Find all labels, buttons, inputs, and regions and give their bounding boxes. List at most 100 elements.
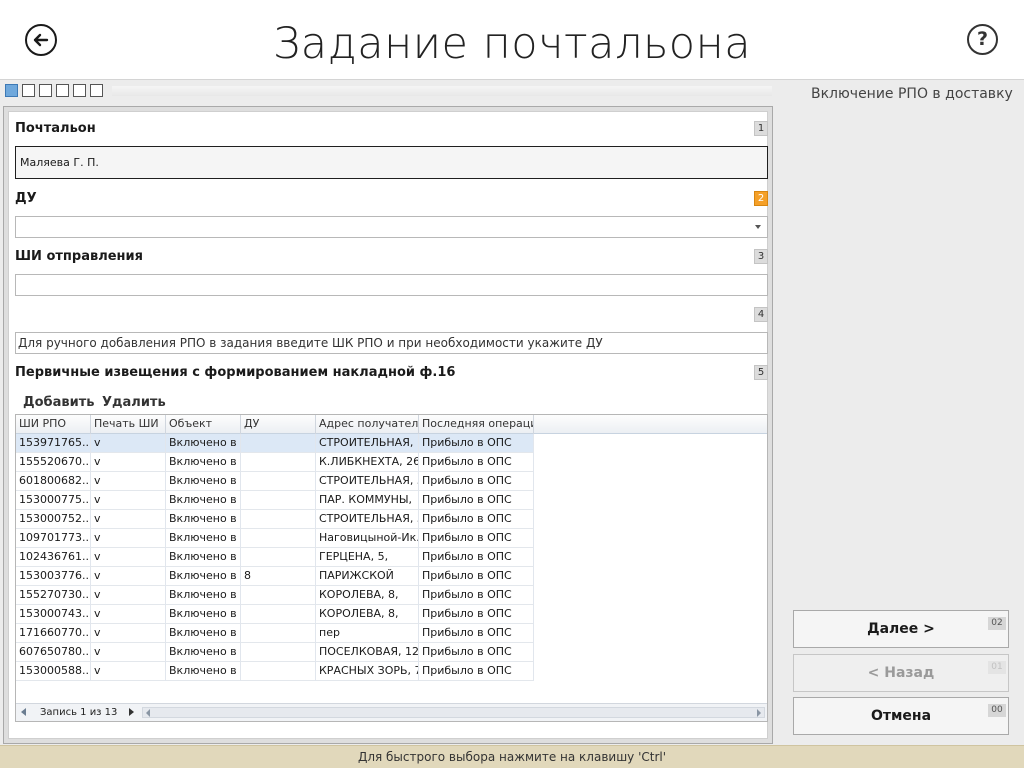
table-cell: Прибыло в ОПС [419,624,534,643]
table-row[interactable]: 171660770... v Включено в пер Прибыло в … [16,624,534,643]
shortcut-key-badge: 02 [988,617,1006,630]
barcode-input[interactable] [15,274,768,296]
table-cell [241,453,316,472]
field-number-badge: 3 [754,249,768,264]
table-cell: v [91,662,166,681]
table-cell [241,548,316,567]
field-number-badge: 1 [754,121,768,136]
table-cell: v [91,510,166,529]
table-cell: КОРОЛЕВА, 8, [316,605,419,624]
table-cell: v [91,529,166,548]
help-button[interactable]: ? [967,24,998,55]
next-record-icon[interactable] [129,708,134,716]
table-cell: v [91,491,166,510]
column-header[interactable]: ШИ РПО [16,415,91,434]
table-cell [241,491,316,510]
wizard-step-2[interactable] [22,84,35,97]
hint-text-box: Для ручного добавления РПО в задания вве… [15,332,768,354]
table-cell: КРАСНЫХ ЗОРЬ, 7, [316,662,419,681]
add-button[interactable]: Добавить [23,395,94,411]
table-cell: Включено в [166,472,241,491]
table-row[interactable]: 153000743... v Включено в КОРОЛЕВА, 8, П… [16,605,534,624]
barcode-label: ШИ отправления [15,249,143,264]
header-bar: Задание почтальона ? [0,0,1024,80]
du-select[interactable] [15,216,768,238]
table-cell: пер [316,624,419,643]
table-cell: Наговицыной-Ик... [316,529,419,548]
table-cell: ПОСЕЛКОВАЯ, 12 [316,643,419,662]
table-cell: 155520670... [16,453,91,472]
wizard-step-3[interactable] [39,84,52,97]
wizard-step-4[interactable] [56,84,69,97]
column-header[interactable]: Последняя операция [419,415,534,434]
table-cell: 153000752... [16,510,91,529]
dropdown-arrow-icon[interactable] [755,225,761,229]
next-button[interactable]: Далее > 02 [793,610,1009,648]
previous-record-icon[interactable] [21,708,26,716]
table-cell: 153000775... [16,491,91,510]
table-row[interactable]: 155520670... v Включено в К.ЛИБКНЕХТА, 2… [16,453,534,472]
table-row[interactable]: 153000588... v Включено в КРАСНЫХ ЗОРЬ, … [16,662,534,681]
table-cell: СТРОИТЕЛЬНАЯ, 5, [316,510,419,529]
table-cell: Прибыло в ОПС [419,529,534,548]
horizontal-scrollbar[interactable] [142,707,765,718]
table-cell: Прибыло в ОПС [419,510,534,529]
table-row[interactable]: 102436761... v Включено в ГЕРЦЕНА, 5, Пр… [16,548,534,567]
scroll-left-icon[interactable] [146,709,150,717]
table-row[interactable]: 153000752... v Включено в СТРОИТЕЛЬНАЯ, … [16,510,534,529]
table-cell: v [91,624,166,643]
table-cell: v [91,605,166,624]
table-cell: Включено в [166,605,241,624]
table-cell: 153971765... [16,434,91,453]
column-header[interactable]: ДУ [241,415,316,434]
delete-button[interactable]: Удалить [102,395,166,411]
field-number-badge: 5 [754,365,768,380]
grid-navigator: Запись 1 из 13 [16,703,767,721]
table-cell: К.ЛИБКНЕХТА, 26, [316,453,419,472]
table-cell: Включено в [166,548,241,567]
table-cell: СТРОИТЕЛЬНАЯ, [316,434,419,453]
scroll-right-icon[interactable] [757,709,761,717]
section-caption: Включение РПО в доставку [811,86,1013,102]
status-bar: Для быстрого выбора нажмите на клавишу '… [0,745,1024,768]
wizard-step-5[interactable] [73,84,86,97]
table-cell [241,662,316,681]
grid-header: ШИ РПО Печать ШИ Объект ДУ Адрес получат… [16,415,767,434]
table-row[interactable]: 601800682... v Включено в СТРОИТЕЛЬНАЯ, … [16,472,534,491]
table-row[interactable]: 607650780... v Включено в ПОСЕЛКОВАЯ, 12… [16,643,534,662]
table-row[interactable]: 109701773... v Включено в Наговицыной-Ик… [16,529,534,548]
column-header[interactable]: Адрес получателя [316,415,419,434]
table-cell: Включено в [166,529,241,548]
postman-field[interactable]: Маляева Г. П. [15,146,768,179]
cancel-button[interactable]: Отмена 00 [793,697,1009,735]
table-cell: Включено в [166,567,241,586]
du-label: ДУ [15,191,37,206]
notices-label: Первичные извещения с формированием накл… [15,365,456,380]
table-cell: ГЕРЦЕНА, 5, [316,548,419,567]
table-row[interactable]: 153003776... v Включено в 8 ПАРИЖСКОЙ Пр… [16,567,534,586]
table-cell: 153003776... [16,567,91,586]
table-cell [241,529,316,548]
table-row[interactable]: 153000775... v Включено в ПАР. КОММУНЫ, … [16,491,534,510]
form-panel-inner: Почтальон 1 Маляева Г. П. ДУ 2 ШИ отправ… [8,111,768,739]
table-cell [241,434,316,453]
column-header[interactable]: Печать ШИ [91,415,166,434]
table-cell: 601800682... [16,472,91,491]
table-cell: 155270730... [16,586,91,605]
wizard-step-1[interactable] [5,84,18,97]
table-cell: Прибыло в ОПС [419,453,534,472]
table-cell [241,605,316,624]
table-cell: Прибыло в ОПС [419,586,534,605]
table-cell [241,643,316,662]
wizard-progress-strip [112,86,772,96]
postman-label: Почтальон [15,121,96,136]
cancel-button-label: Отмена [870,708,932,724]
wizard-step-6[interactable] [90,84,103,97]
column-header[interactable]: Объект [166,415,241,434]
table-cell: Включено в [166,643,241,662]
table-row[interactable]: 155270730... v Включено в КОРОЛЕВА, 8, П… [16,586,534,605]
table-cell: Включено в [166,434,241,453]
table-cell: 8 [241,567,316,586]
back-button[interactable]: < Назад 01 [793,654,1009,692]
table-row[interactable]: 153971765... v Включено в СТРОИТЕЛЬНАЯ, … [16,434,534,453]
